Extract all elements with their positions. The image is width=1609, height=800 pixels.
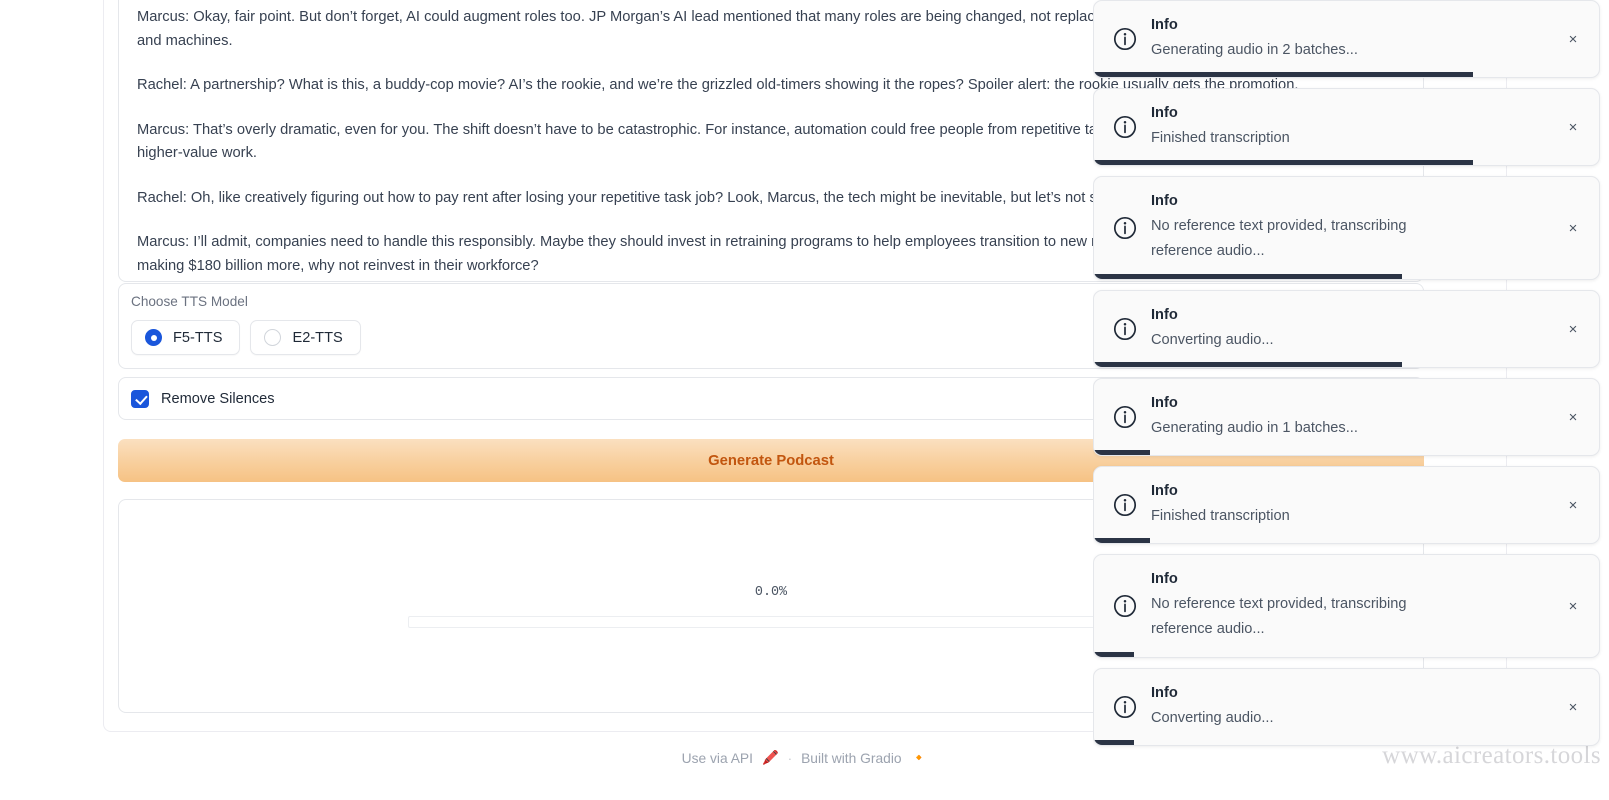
radio-option-f5-tts[interactable]: F5-TTS [131, 320, 241, 355]
toast-progress-bar [1094, 72, 1473, 77]
toast-notification[interactable]: Info Converting audio... × [1093, 668, 1600, 746]
toast-progress-bar [1094, 274, 1403, 279]
toast-close-button[interactable]: × [1563, 319, 1583, 339]
toast-notification[interactable]: Info Converting audio... × [1093, 290, 1600, 368]
toast-close-button[interactable]: × [1563, 596, 1583, 616]
toast-progress-bar [1094, 538, 1150, 543]
toast-title: Info [1151, 571, 1178, 587]
radio-label: F5-TTS [173, 329, 223, 346]
toast-progress-bar [1094, 652, 1135, 657]
radio-option-e2-tts[interactable]: E2-TTS [250, 320, 361, 355]
info-circle-icon [1112, 694, 1138, 720]
toast-stack: Info Generating audio in 2 batches... × Inf… [1093, 0, 1609, 800]
toast-notification[interactable]: Info Generating audio in 1 batches... × [1093, 378, 1600, 456]
gradio-logo-icon: 🔸 [910, 750, 928, 765]
toast-notification[interactable]: Info No reference text provided, transcri… [1093, 176, 1600, 280]
toast-message: Finished transcription [1151, 507, 1290, 524]
info-circle-icon [1112, 114, 1138, 140]
use-via-api-link[interactable]: Use via API [682, 751, 753, 766]
toast-message: Converting audio... [1151, 709, 1274, 726]
toast-body: Info No reference text provided, transcri… [1151, 566, 1553, 646]
toast-body: Info Generating audio in 2 batches... [1151, 12, 1553, 67]
progress-percentage: 0.0% [754, 584, 788, 600]
toast-title: Info [1151, 482, 1178, 499]
radio-dot-icon [264, 329, 282, 346]
toast-notification[interactable]: Info Finished transcription × [1093, 88, 1600, 166]
toast-close-button[interactable]: × [1563, 29, 1583, 49]
progress-bar-track [408, 615, 1134, 628]
toast-body: Info Converting audio... [1151, 302, 1553, 357]
info-circle-icon [1112, 316, 1138, 342]
toast-message: Converting audio... [1151, 331, 1274, 348]
toast-progress-bar [1094, 160, 1473, 165]
toast-body: Info Finished transcription [1151, 478, 1553, 533]
checkmark-icon [131, 389, 149, 408]
toast-body: Info Finished transcription [1151, 100, 1553, 155]
toast-title: Info [1151, 16, 1178, 33]
radio-dot-icon [145, 329, 162, 346]
toast-notification[interactable]: Info Finished transcription × [1093, 466, 1600, 544]
toast-close-button[interactable]: × [1563, 495, 1583, 515]
toast-body: Info No reference text provided, transcri… [1151, 188, 1553, 268]
toast-title: Info [1151, 193, 1178, 209]
remove-silences-label: Remove Silences [161, 390, 275, 407]
radio-label: E2-TTS [292, 329, 343, 346]
toast-body: Info Generating audio in 1 batches... [1151, 390, 1553, 445]
toast-title: Info [1151, 394, 1178, 411]
built-with-gradio-link[interactable]: Built with Gradio [801, 751, 901, 766]
toast-title: Info [1151, 684, 1178, 701]
toast-notification[interactable]: Info No reference text provided, transcri… [1093, 554, 1600, 658]
toast-progress-bar [1094, 450, 1150, 455]
toast-notification[interactable]: Info Generating audio in 2 batches... × [1093, 0, 1600, 78]
toast-body: Info Converting audio... [1151, 680, 1553, 735]
toast-title: Info [1151, 306, 1178, 323]
remove-silences-checkbox[interactable]: Remove Silences [131, 389, 275, 408]
toast-message: Generating audio in 1 batches... [1151, 419, 1358, 436]
info-circle-icon [1112, 492, 1138, 518]
info-circle-icon [1112, 26, 1138, 52]
toast-message: No reference text provided, transcribing… [1151, 218, 1407, 259]
toast-close-button[interactable]: × [1563, 407, 1583, 427]
info-circle-icon [1112, 593, 1138, 619]
toast-close-button[interactable]: × [1563, 697, 1583, 717]
pen-icon: 🖍️ [761, 750, 779, 765]
app-root: Marcus: Okay, fair point. But don’t forg… [0, 0, 1609, 800]
info-circle-icon [1112, 404, 1138, 430]
toast-title: Info [1151, 104, 1178, 121]
toast-progress-bar [1094, 740, 1135, 745]
toast-message: Generating audio in 2 batches... [1151, 41, 1358, 58]
info-circle-icon [1112, 215, 1138, 241]
toast-progress-bar [1094, 362, 1403, 367]
toast-message: No reference text provided, transcribing… [1151, 596, 1407, 637]
toast-message: Finished transcription [1151, 129, 1290, 146]
footer-separator: · [787, 750, 793, 766]
toast-close-button[interactable]: × [1563, 218, 1583, 238]
toast-close-button[interactable]: × [1563, 117, 1583, 137]
